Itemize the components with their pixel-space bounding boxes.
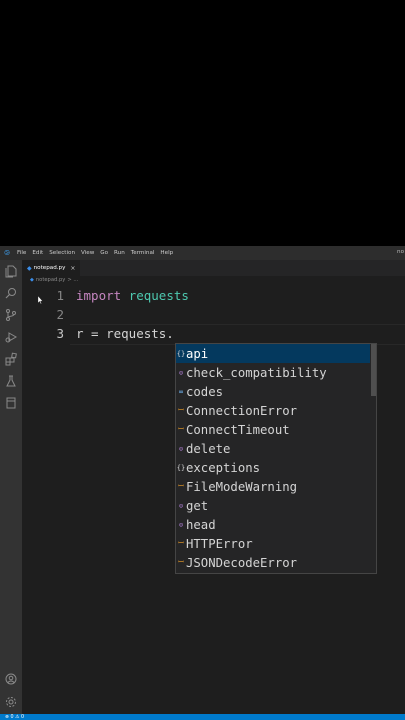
menu-view[interactable]: View [78,250,97,256]
code-line-1[interactable]: 1 import requests [22,286,405,305]
suggestion-label: head [186,517,216,532]
vscode-logo-icon: ⧁ [4,248,10,257]
suggestion-label: delete [186,441,231,456]
tab-notepad-py[interactable]: ◆ notepad.py × [22,260,80,276]
search-icon[interactable] [4,286,18,300]
suggestion-label: FileModeWarning [186,479,298,494]
line-code[interactable]: r = requests. [76,324,174,343]
suggestion-item[interactable]: ꟷ JSONDecodeError [176,553,370,572]
variable-kind-icon: ∞ [178,387,184,396]
keyword-import: import [76,288,122,303]
line-number: 3 [56,326,64,341]
module-kind-icon: {} [176,463,186,472]
suggestion-item[interactable]: ⊙ get [176,496,370,515]
menu-run[interactable]: Run [111,250,128,256]
module-name: requests [128,288,189,303]
suggestion-item[interactable]: {} api [176,344,370,363]
activity-bar [0,260,22,714]
menu-edit[interactable]: Edit [29,250,46,256]
class-kind-icon: ꟷ [178,482,184,490]
suggestion-label: check_compatibility [186,365,327,380]
suggestion-item[interactable]: ⊙ delete [176,439,370,458]
line-number: 1 [56,288,64,303]
suggestion-label: ConnectTimeout [186,422,290,437]
menu-help[interactable]: Help [157,250,176,256]
extensions-icon[interactable] [4,352,18,366]
status-bar: ⊗ 0 ⚠ 0 [0,714,405,720]
module-kind-icon: {} [176,349,186,358]
function-kind-icon: ⊙ [178,501,184,510]
suggestion-item[interactable]: ꟷ ConnectTimeout [176,420,370,439]
suggestion-item[interactable]: ꟷ FileModeWarning [176,477,370,496]
code-line-3[interactable]: 3 r = requests. [22,324,405,343]
code-line-2[interactable]: 2 [22,305,405,324]
tab-label: notepad.py [33,265,66,271]
function-kind-icon: ⊙ [178,368,184,377]
suggestion-label: get [186,498,209,513]
suggestion-item[interactable]: ꟷ HTTPError [176,534,370,553]
explorer-icon[interactable] [4,264,18,278]
menu-bar: ⧁ File Edit Selection View Go Run Termin… [0,246,405,260]
suggestion-label: JSONDecodeError [186,555,298,570]
suggestion-label: ConnectionError [186,403,298,418]
class-kind-icon: ꟷ [178,539,184,547]
class-kind-icon: ꟷ [178,558,184,566]
line-number: 2 [56,307,64,322]
run-debug-icon[interactable] [4,330,18,344]
account-icon[interactable] [4,672,18,686]
suggestion-label: codes [186,384,224,399]
breadcrumb-file[interactable]: notepad.py [36,277,65,283]
line-code[interactable]: import requests [76,286,189,305]
settings-gear-icon[interactable] [4,695,18,709]
suggestion-item[interactable]: ⊙ check_compatibility [176,363,370,382]
menu-go[interactable]: Go [97,250,111,256]
close-icon[interactable]: × [70,265,75,272]
suggestion-label: api [186,346,209,361]
suggestion-item[interactable]: ∞ codes [176,382,370,401]
class-kind-icon: ꟷ [178,425,184,433]
python-file-icon: ◆ [27,264,32,272]
source-control-icon[interactable] [4,308,18,322]
menu-terminal[interactable]: Terminal [128,250,158,256]
problems-status[interactable]: ⊗ 0 ⚠ 0 [5,715,24,720]
python-file-icon: ◆ [30,277,34,283]
suggestion-item[interactable]: ꟷ ConnectionError [176,401,370,420]
suggestion-item[interactable]: {} exceptions [176,458,370,477]
class-kind-icon: ꟷ [178,406,184,414]
suggestion-item[interactable]: ⊙ head [176,515,370,534]
testing-icon[interactable] [4,374,18,388]
function-kind-icon: ⊙ [178,444,184,453]
breadcrumb-tail[interactable]: > ... [67,277,78,283]
window-title: no [397,249,404,255]
function-kind-icon: ⊙ [178,520,184,529]
tab-bar: ◆ notepad.py × [22,260,405,276]
menu-selection[interactable]: Selection [46,250,78,256]
breadcrumb: ◆ notepad.py > ... [30,277,78,283]
suggest-scrollbar[interactable] [371,344,376,396]
autocomplete-suggest-widget: {} api ⊙ check_compatibility ∞ codes ꟷ Connecti… [175,343,377,574]
suggestion-label: exceptions [186,460,261,475]
mouse-pointer-icon [38,296,43,304]
suggestion-label: HTTPError [186,536,253,551]
notebook-icon[interactable] [4,396,18,410]
menu-file[interactable]: File [14,250,29,256]
